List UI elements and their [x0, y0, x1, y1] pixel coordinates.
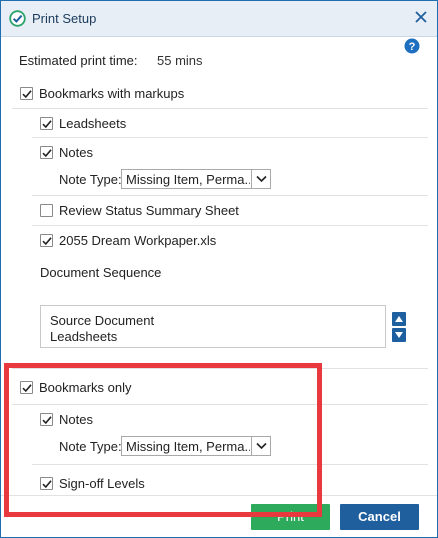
triangle-up-icon: [395, 316, 403, 322]
check-circle-icon: [9, 10, 26, 27]
dropdown-button[interactable]: [251, 437, 270, 455]
estimated-time-label: Estimated print time:: [19, 53, 138, 68]
move-up-button[interactable]: [392, 312, 406, 326]
note-type-select[interactable]: Missing Item, Perma...: [121, 169, 271, 189]
bookmarks-with-markups-label: Bookmarks with markups: [39, 86, 185, 101]
bookmarks-with-markups-checkbox[interactable]: [20, 87, 33, 100]
signoff-levels-checkbox[interactable]: [40, 477, 53, 490]
document-sequence-heading: Document Sequence: [40, 265, 162, 280]
divider: [1, 495, 437, 496]
divider: [32, 195, 428, 196]
dropdown-button[interactable]: [251, 170, 270, 188]
checkmark-icon: [42, 416, 52, 425]
bookmarks-only-note-type-label: Note Type:: [59, 439, 122, 454]
bookmarks-only-notes-label: Notes: [59, 412, 93, 427]
move-down-button[interactable]: [392, 328, 406, 342]
chevron-down-icon: [256, 442, 267, 450]
bookmarks-only-label: Bookmarks only: [39, 380, 132, 395]
bookmarks-only-note-type-select[interactable]: Missing Item, Perma...: [121, 436, 271, 456]
signoff-levels-label: Sign-off Levels: [59, 476, 145, 491]
leadsheets-label: Leadsheets: [59, 116, 127, 131]
divider: [32, 137, 428, 138]
bookmarks-only-note-type-value: Missing Item, Perma...: [126, 439, 250, 454]
print-button[interactable]: Print: [251, 504, 330, 530]
bookmarks-only-notes-checkbox[interactable]: [40, 413, 53, 426]
divider: [32, 464, 428, 465]
divider: [12, 404, 428, 405]
divider: [32, 225, 428, 226]
leadsheets-checkbox[interactable]: [40, 117, 53, 130]
note-type-value: Missing Item, Perma...: [126, 172, 250, 187]
checkmark-icon: [42, 149, 52, 158]
checkmark-icon: [42, 480, 52, 489]
workpaper-label: 2055 Dream Workpaper.xls: [59, 233, 217, 248]
divider: [12, 108, 428, 109]
divider: [12, 368, 428, 369]
review-status-checkbox[interactable]: [40, 204, 53, 217]
print-setup-dialog: Print Setup ? Estimated print time: 55 m…: [0, 0, 438, 538]
svg-text:?: ?: [409, 41, 416, 53]
cancel-button[interactable]: Cancel: [340, 504, 419, 530]
help-icon[interactable]: ?: [404, 38, 420, 54]
notes-checkbox[interactable]: [40, 146, 53, 159]
title-bar: Print Setup: [1, 1, 437, 37]
bookmarks-only-checkbox[interactable]: [20, 381, 33, 394]
close-icon[interactable]: [412, 8, 430, 26]
estimated-time-value: 55 mins: [157, 53, 203, 68]
checkmark-icon: [22, 90, 32, 99]
checkmark-icon: [42, 237, 52, 246]
list-item[interactable]: Source Document: [50, 313, 154, 328]
dialog-title: Print Setup: [32, 11, 97, 26]
checkmark-icon: [42, 120, 52, 129]
note-type-label: Note Type:: [59, 172, 122, 187]
list-item[interactable]: Leadsheets: [50, 329, 117, 344]
workpaper-checkbox[interactable]: [40, 234, 53, 247]
notes-label: Notes: [59, 145, 93, 160]
review-status-label: Review Status Summary Sheet: [59, 203, 239, 218]
triangle-down-icon: [395, 332, 403, 338]
chevron-down-icon: [256, 175, 267, 183]
checkmark-icon: [22, 384, 32, 393]
document-sequence-list[interactable]: Source Document Leadsheets: [40, 305, 386, 348]
